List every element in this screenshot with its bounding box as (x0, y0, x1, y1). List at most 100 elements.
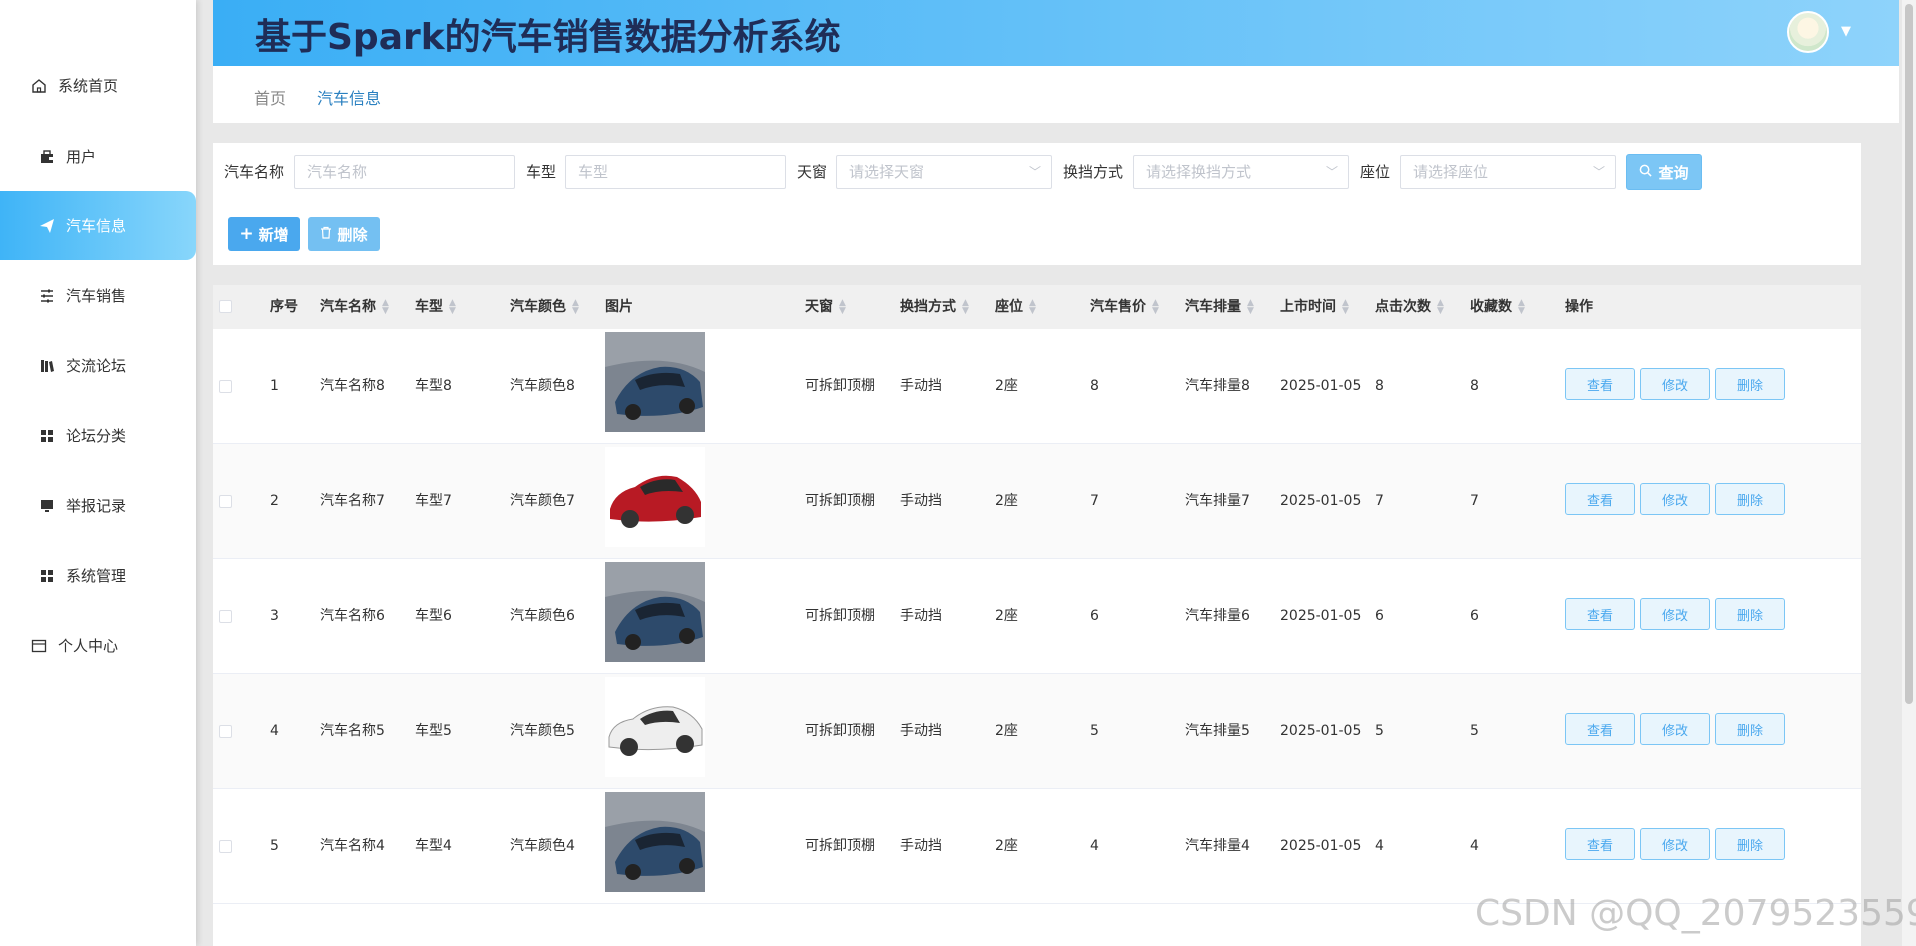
car-thumbnail[interactable] (605, 332, 705, 432)
batch-delete-button[interactable]: 删除 (308, 217, 380, 251)
edit-button[interactable]: 修改 (1640, 713, 1710, 745)
cell-car-name: 汽车名称6 (320, 608, 385, 624)
view-button[interactable]: 查看 (1565, 828, 1635, 860)
edit-button[interactable]: 修改 (1640, 483, 1710, 515)
sidebar-item-label: 用户 (66, 148, 97, 166)
row-checkbox[interactable] (219, 840, 232, 853)
sidebar-item-forum[interactable]: 交流论坛 (0, 331, 196, 400)
sidebar-item-label: 交流论坛 (66, 357, 127, 375)
cell-price: 6 (1090, 608, 1099, 624)
row-checkbox[interactable] (219, 610, 232, 623)
delete-button[interactable]: 删除 (1715, 598, 1785, 630)
edit-button[interactable]: 修改 (1640, 598, 1710, 630)
sidebar-item-reports[interactable]: 举报记录 (0, 471, 196, 540)
car-thumbnail[interactable] (605, 562, 705, 662)
cell-car-name: 汽车名称7 (320, 493, 385, 509)
cell-sunroof: 可拆卸顶棚 (805, 493, 875, 509)
view-button[interactable]: 查看 (1565, 598, 1635, 630)
sort-icon[interactable]: ▲ ▼ (1029, 299, 1036, 316)
user-card-icon (38, 148, 56, 166)
row-checkbox[interactable] (219, 380, 232, 393)
sort-icon[interactable]: ▲ ▼ (1437, 299, 1444, 316)
cell-launch-date: 2025-01-05 (1280, 493, 1362, 509)
cell-sunroof: 可拆卸顶棚 (805, 378, 875, 394)
chevron-down-icon: ﹀ (1325, 165, 1338, 179)
sidebar-item-car-sales[interactable]: 汽车销售 (0, 261, 196, 330)
trash-icon (320, 225, 332, 243)
row-checkbox[interactable] (219, 495, 232, 508)
column-label: 汽车颜色 (510, 299, 566, 315)
sort-icon[interactable]: ▲ ▼ (449, 299, 456, 316)
select-all-checkbox[interactable] (219, 300, 232, 313)
column-label: 天窗 (805, 299, 833, 315)
sidebar-item-label: 汽车销售 (66, 287, 127, 305)
sort-icon[interactable]: ▲ ▼ (1518, 299, 1525, 316)
avatar[interactable] (1787, 11, 1829, 53)
view-button[interactable]: 查看 (1565, 713, 1635, 745)
column-launch-date[interactable]: 上市时间 ▲ ▼ (1280, 285, 1349, 329)
car-thumbnail[interactable] (605, 447, 705, 547)
edit-button[interactable]: 修改 (1640, 368, 1710, 400)
delete-button[interactable]: 删除 (1715, 368, 1785, 400)
column-sunroof[interactable]: 天窗 ▲ ▼ (805, 285, 846, 329)
cell-displacement: 汽车排量7 (1185, 493, 1250, 509)
table-header: 序号 汽车名称 ▲ ▼ 车型 ▲ ▼ 汽车颜色 ▲ ▼ 图片 天窗 ▲ ▼ 换挡方式 ▲ ▼ 座位 ▲… (213, 285, 1861, 329)
caret-down-icon[interactable]: ▼ (1841, 24, 1851, 39)
view-button[interactable]: 查看 (1565, 368, 1635, 400)
column-favorites[interactable]: 收藏数 ▲ ▼ (1470, 285, 1525, 329)
sidebar-item-users[interactable]: 用户 (0, 122, 196, 191)
cell-color: 汽车颜色6 (510, 608, 575, 624)
row-checkbox[interactable] (219, 725, 232, 738)
sidebar-item-system[interactable]: 系统管理 (0, 541, 196, 610)
delete-button[interactable]: 删除 (1715, 713, 1785, 745)
car-thumbnail[interactable] (605, 677, 705, 777)
query-button[interactable]: 查询 (1626, 154, 1702, 190)
breadcrumb-home[interactable]: 首页 (254, 85, 286, 109)
column-color[interactable]: 汽车颜色 ▲ ▼ (510, 285, 579, 329)
cell-seat: 2座 (995, 378, 1018, 394)
car-name-input[interactable] (294, 155, 515, 189)
view-button[interactable]: 查看 (1565, 483, 1635, 515)
table-row: 3 汽车名称6 车型6 汽车颜色6 可拆卸顶棚 手动挡 2座 6 汽车排量6 2025-01-05… (213, 559, 1861, 674)
sort-icon[interactable]: ▲ ▼ (572, 299, 579, 316)
column-clicks[interactable]: 点击次数 ▲ ▼ (1375, 285, 1444, 329)
table-row: 5 汽车名称4 车型4 汽车颜色4 可拆卸顶棚 手动挡 2座 4 汽车排量4 2025-01-05… (213, 789, 1861, 904)
chevron-down-icon: ﹀ (1028, 165, 1041, 179)
column-gearbox[interactable]: 换挡方式 ▲ ▼ (900, 285, 969, 329)
column-label: 座位 (995, 299, 1023, 315)
car-thumbnail[interactable] (605, 792, 705, 892)
sidebar-item-forum-category[interactable]: 论坛分类 (0, 401, 196, 470)
gearbox-select[interactable]: 请选择换挡方式 ﹀ (1133, 155, 1349, 189)
column-car-name[interactable]: 汽车名称 ▲ ▼ (320, 285, 389, 329)
sunroof-select[interactable]: 请选择天窗 ﹀ (836, 155, 1052, 189)
sort-icon[interactable]: ▲ ▼ (382, 299, 389, 316)
page-scrollbar[interactable] (1902, 0, 1916, 946)
sidebar-item-profile[interactable]: 个人中心 (0, 611, 196, 680)
sidebar-item-home[interactable]: 系统首页 (0, 51, 196, 120)
edit-button[interactable]: 修改 (1640, 828, 1710, 860)
sidebar-item-car-info[interactable]: 汽车信息 (0, 191, 196, 260)
column-actions: 操作 (1565, 285, 1593, 329)
column-label: 图片 (605, 299, 633, 315)
column-price[interactable]: 汽车售价 ▲ ▼ (1090, 285, 1159, 329)
column-model[interactable]: 车型 ▲ ▼ (415, 285, 456, 329)
sort-icon[interactable]: ▲ ▼ (1152, 299, 1159, 316)
sort-icon[interactable]: ▲ ▼ (1342, 299, 1349, 316)
cell-launch-date: 2025-01-05 (1280, 723, 1362, 739)
column-seat[interactable]: 座位 ▲ ▼ (995, 285, 1036, 329)
cell-seat: 2座 (995, 838, 1018, 854)
sidebar-item-label: 系统首页 (58, 77, 119, 95)
delete-button[interactable]: 删除 (1715, 483, 1785, 515)
seat-select[interactable]: 请选择座位 ﹀ (1400, 155, 1616, 189)
column-displacement[interactable]: 汽车排量 ▲ ▼ (1185, 285, 1254, 329)
scrollbar-thumb[interactable] (1905, 4, 1913, 704)
sort-icon[interactable]: ▲ ▼ (839, 299, 846, 316)
search-icon (1639, 163, 1653, 181)
cell-index: 3 (270, 608, 279, 624)
sort-icon[interactable]: ▲ ▼ (1247, 299, 1254, 316)
sort-icon[interactable]: ▲ ▼ (962, 299, 969, 316)
add-button[interactable]: + 新增 (228, 217, 300, 251)
model-input[interactable] (565, 155, 786, 189)
delete-button[interactable]: 删除 (1715, 828, 1785, 860)
breadcrumb-current: 汽车信息 (317, 89, 382, 108)
